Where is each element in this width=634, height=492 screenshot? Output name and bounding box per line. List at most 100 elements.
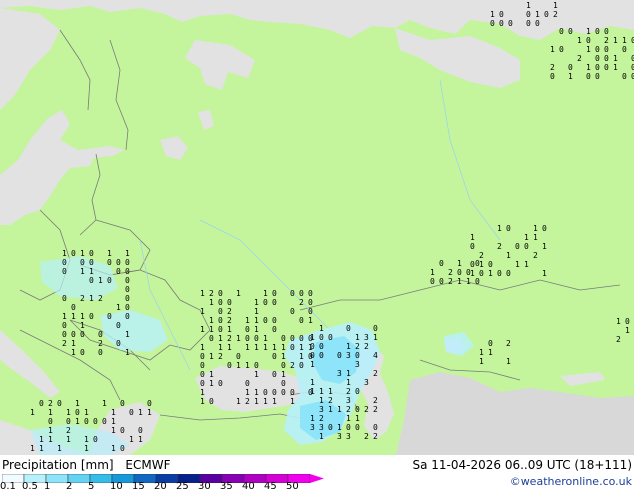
- grid-value: 1: [337, 423, 342, 432]
- grid-value: 3: [310, 423, 315, 432]
- grid-value: 1: [209, 325, 214, 334]
- grid-value: 0: [102, 417, 107, 426]
- grid-value: 1: [466, 277, 471, 286]
- grid-value: 1: [586, 27, 591, 36]
- grid-value: 1: [550, 45, 555, 54]
- grid-value: 1: [319, 396, 324, 405]
- grid-value: 1: [138, 435, 143, 444]
- grid-value: 3: [319, 423, 324, 432]
- grid-value: 1: [346, 369, 351, 378]
- grid-value: 1: [39, 444, 44, 453]
- grid-value: 0: [430, 277, 435, 286]
- grid-value: 0: [499, 19, 504, 28]
- grid-value: 0: [290, 307, 295, 316]
- grid-value: 1: [125, 330, 130, 339]
- grid-value: 1: [568, 72, 573, 81]
- grid-value: 1: [616, 317, 621, 326]
- color-scale-tick: 2: [66, 481, 73, 492]
- grid-value: 1: [245, 388, 250, 397]
- color-scale-tick: 15: [132, 481, 145, 492]
- grid-value: 1: [62, 312, 67, 321]
- grid-value: 0: [116, 267, 121, 276]
- grid-value: 2: [373, 396, 378, 405]
- grid-value: 1: [497, 224, 502, 233]
- grid-value: 0: [499, 10, 504, 19]
- grid-value: 0: [281, 388, 286, 397]
- grid-value: 0: [200, 361, 205, 370]
- grid-value: 0: [586, 36, 591, 45]
- grid-value: 1: [319, 387, 324, 396]
- grid-value: 0: [308, 298, 313, 307]
- grid-value: 0: [200, 352, 205, 361]
- grid-value: 0: [245, 379, 250, 388]
- grid-value: 0: [475, 277, 480, 286]
- grid-value: 1: [89, 267, 94, 276]
- grid-value: 0: [116, 321, 121, 330]
- grid-value: 0: [299, 334, 304, 343]
- grid-value: 0: [272, 316, 277, 325]
- grid-value: 0: [604, 45, 609, 54]
- grid-value: 0: [355, 351, 360, 360]
- grid-value: 1: [254, 397, 259, 406]
- grid-value: 1: [328, 405, 333, 414]
- grid-value: 3: [346, 396, 351, 405]
- grid-value: 1: [209, 298, 214, 307]
- grid-value: 0: [272, 388, 277, 397]
- grid-value: 1: [71, 348, 76, 357]
- grid-value: 1: [71, 312, 76, 321]
- grid-value: 0: [622, 72, 627, 81]
- grid-value: 2: [553, 10, 558, 19]
- grid-value: 0: [586, 72, 591, 81]
- grid-value: 0: [71, 303, 76, 312]
- grid-value: 0: [62, 330, 67, 339]
- grid-value: 2: [227, 307, 232, 316]
- grid-value: 0: [57, 399, 62, 408]
- grid-value: 1: [319, 432, 324, 441]
- grid-value: 2: [577, 54, 582, 63]
- grid-value: 0: [89, 276, 94, 285]
- grid-value: 0: [272, 325, 277, 334]
- grid-value: 0: [93, 417, 98, 426]
- grid-value: 0: [559, 27, 564, 36]
- grid-value: 1: [281, 343, 286, 352]
- precipitation-map[interactable]: 1010110000000110001000021200101110000100…: [0, 0, 634, 455]
- grid-value: 1: [470, 233, 475, 242]
- grid-value: 1: [111, 408, 116, 417]
- grid-value: 0: [475, 259, 480, 268]
- grid-value: 1: [116, 303, 121, 312]
- grid-value: 1: [515, 260, 520, 269]
- grid-value: 1: [254, 307, 259, 316]
- grid-value: 1: [457, 259, 462, 268]
- grid-value: 2: [616, 335, 621, 344]
- grid-value: 0: [604, 27, 609, 36]
- grid-value: 0: [129, 408, 134, 417]
- grid-value: 0: [218, 379, 223, 388]
- grid-value: 1: [346, 378, 351, 387]
- grid-value: 2: [364, 405, 369, 414]
- grid-value: 1: [48, 435, 53, 444]
- grid-value: 0: [604, 63, 609, 72]
- grid-value: 1: [200, 325, 205, 334]
- grid-value: 1: [310, 378, 315, 387]
- color-scale-tick: 10: [110, 481, 123, 492]
- grid-value: 0: [373, 324, 378, 333]
- grid-value: 1: [84, 435, 89, 444]
- grid-value: 0: [506, 269, 511, 278]
- grid-value: 0: [80, 348, 85, 357]
- grid-value: 1: [373, 333, 378, 342]
- grid-value: 0: [595, 72, 600, 81]
- grid-value: 0: [71, 330, 76, 339]
- grid-value: 0: [526, 19, 531, 28]
- grid-value: 1: [66, 435, 71, 444]
- grid-value: 0: [290, 388, 295, 397]
- grid-value: 3: [337, 369, 342, 378]
- grid-value: 2: [299, 298, 304, 307]
- credit-link[interactable]: ©weatheronline.co.uk: [510, 475, 632, 488]
- grid-value: 0: [272, 298, 277, 307]
- grid-value: 2: [497, 242, 502, 251]
- grid-value: 2: [448, 268, 453, 277]
- grid-value: 0: [80, 330, 85, 339]
- grid-value: 0: [308, 307, 313, 316]
- grid-value: 1: [263, 397, 268, 406]
- grid-value: 0: [218, 298, 223, 307]
